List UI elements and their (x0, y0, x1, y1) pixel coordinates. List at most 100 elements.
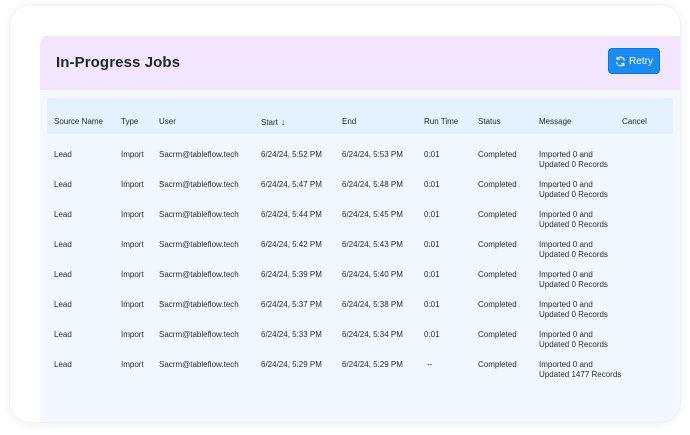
cell-type: Import (121, 270, 144, 279)
column-type[interactable]: Type (121, 117, 138, 126)
in-progress-jobs-panel: In-Progress Jobs Retry Source Name Type … (40, 36, 680, 422)
cell-source: Lead (54, 180, 72, 189)
cell-message: Imported 0 and Updated 1477 Records (539, 360, 621, 380)
cell-message: Imported 0 and Updated 0 Records (539, 210, 608, 230)
cell-type: Import (121, 300, 144, 309)
cell-source: Lead (54, 270, 72, 279)
cell-run-time: 0:01 (424, 330, 440, 339)
cell-status: Completed (478, 150, 517, 159)
cell-end: 6/24/24, 5:48 PM (342, 180, 403, 189)
message-line-2: Updated 0 Records (539, 280, 608, 289)
cell-status: Completed (478, 330, 517, 339)
message-line-1: Imported 0 and (539, 270, 593, 279)
column-source-name[interactable]: Source Name (54, 117, 103, 126)
cell-end: 6/24/24, 5:53 PM (342, 150, 403, 159)
cell-run-time: 0:01 (424, 150, 440, 159)
cell-status: Completed (478, 210, 517, 219)
message-line-1: Imported 0 and (539, 300, 593, 309)
cell-start: 6/24/24, 5:44 PM (261, 210, 322, 219)
cell-type: Import (121, 150, 144, 159)
message-line-1: Imported 0 and (539, 240, 593, 249)
cell-source: Lead (54, 210, 72, 219)
cell-message: Imported 0 and Updated 0 Records (539, 270, 608, 290)
cell-status: Completed (478, 270, 517, 279)
cell-status: Completed (478, 360, 517, 369)
table-row: Lead Import Sacrm@tableflow.tech 6/24/24… (47, 322, 673, 352)
cell-source: Lead (54, 240, 72, 249)
retry-label: Retry (629, 55, 653, 67)
jobs-table: Source Name Type User Start ↓ End Run Tim… (47, 98, 673, 422)
cell-start: 6/24/24, 5:47 PM (261, 180, 322, 189)
message-line-2: Updated 0 Records (539, 250, 608, 259)
table-row: Lead Import Sacrm@tableflow.tech 6/24/24… (47, 172, 673, 202)
message-line-2: Updated 0 Records (539, 160, 608, 169)
cell-source: Lead (54, 150, 72, 159)
cell-type: Import (121, 240, 144, 249)
message-line-1: Imported 0 and (539, 150, 593, 159)
column-start[interactable]: Start ↓ (261, 117, 285, 127)
cell-type: Import (121, 360, 144, 369)
column-run-time[interactable]: Run Time (424, 117, 458, 126)
table-row: Lead Import Sacrm@tableflow.tech 6/24/24… (47, 202, 673, 232)
message-line-2: Updated 1477 Records (539, 370, 622, 379)
cell-start: 6/24/24, 5:52 PM (261, 150, 322, 159)
cell-user: Sacrm@tableflow.tech (159, 180, 239, 189)
cell-user: Sacrm@tableflow.tech (159, 330, 239, 339)
message-line-1: Imported 0 and (539, 210, 593, 219)
cell-end: 6/24/24, 5:45 PM (342, 210, 403, 219)
cell-status: Completed (478, 240, 517, 249)
cell-message: Imported 0 and Updated 0 Records (539, 300, 608, 320)
cell-user: Sacrm@tableflow.tech (159, 360, 239, 369)
cell-run-time: 0:01 (424, 210, 440, 219)
sort-descending-icon[interactable]: ↓ (281, 117, 286, 127)
cell-user: Sacrm@tableflow.tech (159, 240, 239, 249)
cell-run-time: -- (427, 360, 433, 369)
cell-status: Completed (478, 300, 517, 309)
table-row: Lead Import Sacrm@tableflow.tech 6/24/24… (47, 262, 673, 292)
column-end[interactable]: End (342, 117, 356, 126)
table-row: Lead Import Sacrm@tableflow.tech 6/24/24… (47, 232, 673, 262)
cell-run-time: 0:01 (424, 180, 440, 189)
message-line-1: Imported 0 and (539, 360, 593, 369)
cell-source: Lead (54, 300, 72, 309)
column-status[interactable]: Status (478, 117, 501, 126)
message-line-2: Updated 0 Records (539, 340, 608, 349)
cell-message: Imported 0 and Updated 0 Records (539, 240, 608, 260)
jobs-card: In-Progress Jobs Retry Source Name Type … (10, 5, 680, 422)
table-row: Lead Import Sacrm@tableflow.tech 6/24/24… (47, 352, 673, 382)
column-cancel[interactable]: Cancel (622, 117, 647, 126)
cell-start: 6/24/24, 5:37 PM (261, 300, 322, 309)
cell-end: 6/24/24, 5:38 PM (342, 300, 403, 309)
cell-run-time: 0:01 (424, 300, 440, 309)
cell-message: Imported 0 and Updated 0 Records (539, 180, 608, 200)
cell-start: 6/24/24, 5:42 PM (261, 240, 322, 249)
cell-run-time: 0:01 (424, 270, 440, 279)
column-message[interactable]: Message (539, 117, 571, 126)
cell-type: Import (121, 330, 144, 339)
cell-status: Completed (478, 180, 517, 189)
table-header: Source Name Type User Start ↓ End Run Tim… (47, 98, 673, 134)
page-title: In-Progress Jobs (56, 54, 181, 71)
message-line-2: Updated 0 Records (539, 190, 608, 199)
message-line-2: Updated 0 Records (539, 220, 608, 229)
refresh-icon (616, 56, 625, 66)
cell-end: 6/24/24, 5:34 PM (342, 330, 403, 339)
cell-source: Lead (54, 330, 72, 339)
cell-message: Imported 0 and Updated 0 Records (539, 330, 608, 350)
cell-source: Lead (54, 360, 72, 369)
cell-user: Sacrm@tableflow.tech (159, 150, 239, 159)
cell-start: 6/24/24, 5:33 PM (261, 330, 322, 339)
message-line-1: Imported 0 and (539, 330, 593, 339)
message-line-2: Updated 0 Records (539, 310, 608, 319)
retry-button[interactable]: Retry (608, 48, 660, 74)
cell-type: Import (121, 180, 144, 189)
column-user[interactable]: User (159, 117, 176, 126)
message-line-1: Imported 0 and (539, 180, 593, 189)
table-row: Lead Import Sacrm@tableflow.tech 6/24/24… (47, 292, 673, 322)
cell-message: Imported 0 and Updated 0 Records (539, 150, 608, 170)
panel-header: In-Progress Jobs Retry (40, 36, 680, 90)
cell-user: Sacrm@tableflow.tech (159, 300, 239, 309)
table-row: Lead Import Sacrm@tableflow.tech 6/24/24… (47, 142, 673, 172)
cell-end: 6/24/24, 5:43 PM (342, 240, 403, 249)
column-start-label: Start (261, 118, 278, 127)
